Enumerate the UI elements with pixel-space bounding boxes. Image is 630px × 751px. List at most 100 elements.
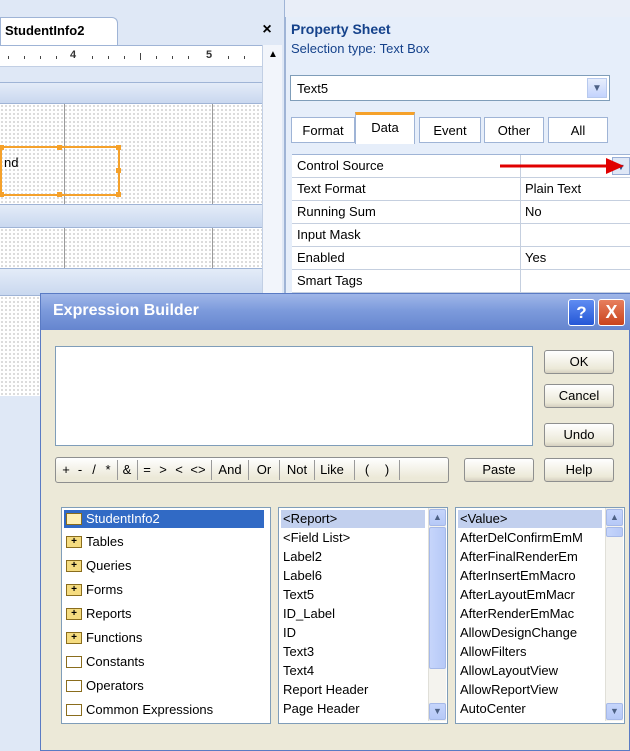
ruler-mark-4: 4	[70, 49, 77, 61]
help-button[interactable]: Help	[544, 458, 614, 482]
folder-functions[interactable]: Functions	[86, 630, 142, 645]
operator-not-equal-button[interactable]: <>	[187, 460, 209, 480]
operator-not-button[interactable]: Not	[282, 460, 312, 480]
list-item[interactable]: AllowFilters	[460, 644, 526, 659]
middle-list-scrollbar[interactable]: ▲ ▼	[428, 508, 446, 721]
tab-format[interactable]: Format	[291, 117, 355, 143]
scroll-thumb[interactable]	[429, 527, 446, 669]
expression-builder-dialog: Expression Builder ? X OK Cancel Undo + …	[40, 293, 630, 751]
operator-like-button[interactable]: Like	[317, 460, 347, 480]
section-band[interactable]	[0, 204, 262, 228]
expand-folder-icon[interactable]: +	[66, 560, 82, 572]
undo-button[interactable]: Undo	[544, 423, 614, 447]
list-item[interactable]: AfterFinalRenderEm	[460, 549, 578, 564]
list-item[interactable]: Label2	[283, 549, 322, 564]
operator-less-button[interactable]: <	[172, 460, 186, 480]
property-row-input-mask[interactable]: Input Mask	[292, 224, 630, 247]
list-item[interactable]: AfterLayoutEmMacr	[460, 587, 575, 602]
list-item[interactable]: Text5	[283, 587, 314, 602]
list-item[interactable]: Page Header	[283, 701, 360, 716]
operator-and-button[interactable]: And	[214, 460, 246, 480]
property-name: Text Format	[297, 181, 366, 196]
close-icon[interactable]: X	[598, 299, 625, 326]
folder-reports[interactable]: Reports	[86, 606, 132, 621]
ok-button[interactable]: OK	[544, 350, 614, 374]
list-item[interactable]: Text3	[283, 644, 314, 659]
section-grid[interactable]	[0, 228, 262, 268]
close-icon[interactable]: ×	[256, 19, 278, 41]
property-name: Input Mask	[297, 227, 361, 242]
property-row-enabled[interactable]: Enabled Yes	[292, 247, 630, 270]
document-tab[interactable]: StudentInfo2	[0, 17, 118, 45]
operator-multiply-button[interactable]: *	[102, 460, 114, 480]
operator-open-paren-button[interactable]: (	[360, 460, 374, 480]
property-value[interactable]: No	[525, 204, 542, 219]
operator-concat-button[interactable]: &	[120, 460, 134, 480]
list-item[interactable]: Label6	[283, 568, 322, 583]
section-band[interactable]	[0, 82, 262, 104]
operator-greater-button[interactable]: >	[156, 460, 170, 480]
list-item[interactable]: AllowLayoutView	[460, 663, 558, 678]
operator-minus-button[interactable]: -	[74, 460, 86, 480]
list-item[interactable]: ID_Label	[283, 606, 335, 621]
property-row-smart-tags[interactable]: Smart Tags	[292, 270, 630, 293]
expand-folder-icon[interactable]: +	[66, 536, 82, 548]
list-item[interactable]: AfterInsertEmMacro	[460, 568, 576, 583]
scroll-up-arrow-icon[interactable]: ▲	[606, 509, 623, 526]
folder-forms[interactable]: Forms	[86, 582, 123, 597]
expand-folder-icon[interactable]: +	[66, 584, 82, 596]
scroll-down-arrow-icon[interactable]: ▼	[429, 703, 446, 720]
tab-other[interactable]: Other	[484, 117, 544, 143]
folder-tables[interactable]: Tables	[86, 534, 124, 549]
open-folder-icon	[66, 513, 82, 525]
list-item[interactable]: Report Header	[283, 682, 368, 697]
folder-queries[interactable]: Queries	[86, 558, 132, 573]
list-item[interactable]: Text4	[283, 663, 314, 678]
list-item[interactable]: AllowReportView	[460, 682, 558, 697]
property-value[interactable]: Yes	[525, 250, 546, 265]
control-selector-combo[interactable]: Text5 ▼	[290, 75, 610, 101]
dialog-title-bar[interactable]: Expression Builder ? X	[41, 294, 630, 330]
expand-folder-icon[interactable]: +	[66, 608, 82, 620]
expand-folder-icon[interactable]: +	[66, 632, 82, 644]
scroll-down-arrow-icon[interactable]: ▼	[606, 703, 623, 720]
operator-or-button[interactable]: Or	[251, 460, 277, 480]
selected-text-box[interactable]	[0, 145, 121, 197]
right-list-scrollbar[interactable]: ▲ ▼	[605, 508, 623, 721]
list-item[interactable]: AutoCenter	[460, 701, 526, 716]
operator-divide-button[interactable]: /	[88, 460, 100, 480]
expression-input[interactable]	[55, 346, 533, 446]
operator-close-paren-button[interactable]: )	[380, 460, 394, 480]
property-sheet: Property Sheet Selection type: Text Box …	[285, 17, 630, 297]
list-item[interactable]: ID	[283, 625, 296, 640]
property-name: Running Sum	[297, 204, 376, 219]
folder-constants[interactable]: Constants	[86, 654, 145, 669]
scroll-up-arrow-icon[interactable]: ▲	[429, 509, 446, 526]
list-item[interactable]: <Value>	[460, 511, 507, 526]
list-item[interactable]: AllowDesignChange	[460, 625, 577, 640]
operator-equals-button[interactable]: =	[140, 460, 154, 480]
scroll-up-arrow-icon[interactable]: ▲	[263, 45, 283, 65]
property-row-running-sum[interactable]: Running Sum No	[292, 201, 630, 224]
folder-studentinfo2[interactable]: StudentInfo2	[86, 511, 160, 526]
folder-common-expressions[interactable]: Common Expressions	[86, 702, 213, 717]
section-band[interactable]	[0, 268, 262, 296]
help-icon[interactable]: ?	[568, 299, 595, 326]
operator-plus-button[interactable]: +	[60, 460, 72, 480]
tab-data[interactable]: Data	[355, 112, 415, 144]
folder-operators[interactable]: Operators	[86, 678, 144, 693]
tab-all[interactable]: All	[548, 117, 608, 143]
list-item[interactable]: AfterDelConfirmEmM	[460, 530, 583, 545]
tab-event[interactable]: Event	[419, 117, 481, 143]
paste-button[interactable]: Paste	[464, 458, 534, 482]
property-row-text-format[interactable]: Text Format Plain Text	[292, 178, 630, 201]
scroll-thumb[interactable]	[606, 527, 623, 537]
list-item[interactable]: AfterRenderEmMac	[460, 606, 574, 621]
property-name: Smart Tags	[297, 273, 363, 288]
chevron-down-icon[interactable]: ▼	[587, 78, 607, 98]
cancel-button[interactable]: Cancel	[544, 384, 614, 408]
list-item[interactable]: <Field List>	[283, 530, 350, 545]
property-value[interactable]: Plain Text	[525, 181, 581, 196]
list-item[interactable]: <Report>	[283, 511, 337, 526]
dialog-title: Expression Builder	[53, 302, 199, 319]
